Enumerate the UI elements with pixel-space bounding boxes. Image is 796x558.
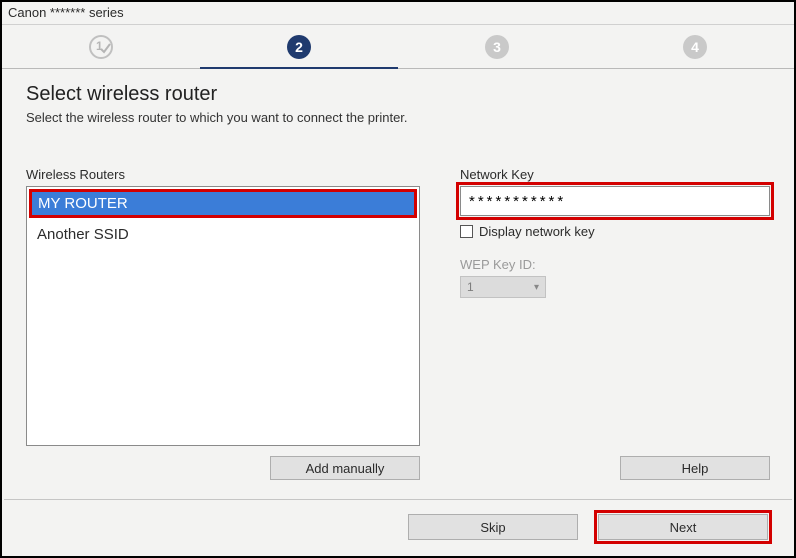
display-key-checkbox[interactable]	[460, 225, 473, 238]
help-button[interactable]: Help	[620, 456, 770, 480]
step-2-active-icon: 2	[287, 35, 311, 59]
stepper: 1 2 3 4	[2, 25, 794, 69]
window-title: Canon ******* series	[2, 2, 794, 25]
page-title: Select wireless router	[26, 83, 770, 106]
step-3: 3	[398, 25, 596, 68]
skip-button[interactable]: Skip	[408, 514, 578, 540]
step-4: 4	[596, 25, 794, 68]
network-key-input[interactable]	[460, 186, 770, 216]
step-2: 2	[200, 25, 398, 68]
setup-window: Canon ******* series 1 2 3 4 Select wire…	[0, 0, 796, 558]
step-1-done-icon: 1	[89, 35, 113, 59]
step-4-icon: 4	[683, 35, 707, 59]
routers-listbox[interactable]: MY ROUTER Another SSID	[26, 186, 420, 446]
footer: Skip Next	[4, 499, 792, 554]
add-manually-button[interactable]: Add manually	[270, 456, 420, 480]
chevron-down-icon: ▾	[534, 282, 539, 293]
wep-key-select: 1 ▾	[460, 276, 546, 298]
router-item[interactable]: Another SSID	[27, 220, 419, 249]
step-3-icon: 3	[485, 35, 509, 59]
router-item-selected[interactable]: MY ROUTER	[30, 190, 416, 217]
network-key-label: Network Key	[460, 167, 770, 182]
routers-label: Wireless Routers	[26, 167, 420, 182]
display-key-label: Display network key	[479, 224, 595, 239]
next-button[interactable]: Next	[598, 514, 768, 540]
wep-label: WEP Key ID:	[460, 257, 770, 272]
step-1: 1	[2, 25, 200, 68]
wep-key-value: 1	[467, 280, 474, 294]
page-subtitle: Select the wireless router to which you …	[26, 110, 770, 125]
